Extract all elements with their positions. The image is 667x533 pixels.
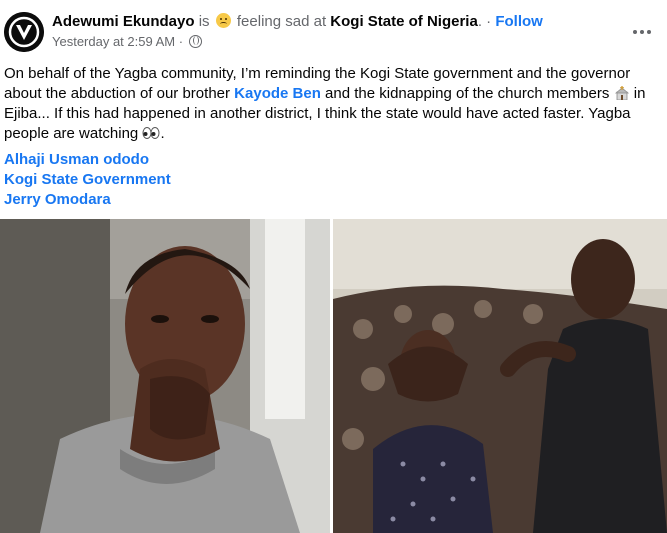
body-part-4: .	[160, 125, 165, 142]
time-dot: ·	[178, 34, 184, 49]
location-link[interactable]: Kogi State of Nigeria	[330, 13, 478, 30]
separator: .	[477, 13, 482, 30]
follow-button[interactable]: Follow	[495, 13, 543, 30]
post-meta: Yesterday at 2:59 AM ·	[52, 34, 202, 49]
sad-face-icon	[215, 13, 231, 28]
post-body: On behalf of the Yagba community, I’m re…	[4, 64, 664, 144]
church-icon	[614, 86, 629, 100]
globe-icon[interactable]	[188, 35, 202, 48]
tag-link[interactable]: Alhaji Usman ododo	[4, 150, 171, 170]
tag-link[interactable]: Jerry Omodara	[4, 190, 171, 210]
tagged-list: Alhaji Usman ododo Kogi State Government…	[4, 150, 171, 210]
group-photo	[333, 219, 667, 533]
tag-link[interactable]: Kogi State Government	[4, 170, 171, 190]
author-name[interactable]: Adewumi Ekundayo	[52, 13, 195, 30]
post-headline: Adewumi Ekundayo is feeling sad at Kogi …	[52, 13, 543, 30]
post-photo-1[interactable]	[0, 219, 330, 533]
more-options-icon[interactable]	[627, 24, 657, 40]
body-part-2: and the kidnapping of the church members	[320, 85, 614, 102]
eyes-icon	[142, 124, 160, 144]
feeling-text: feeling sad at	[236, 13, 327, 30]
is-text: is	[198, 13, 210, 30]
post-photo-2[interactable]	[333, 219, 667, 533]
mention-link[interactable]: Kayode Ben	[234, 85, 321, 102]
post-header: Adewumi Ekundayo is feeling sad at Kogi …	[0, 0, 667, 58]
avatar-logo-icon	[4, 12, 44, 52]
author-avatar[interactable]	[4, 12, 44, 52]
selfie-photo	[0, 219, 330, 533]
timestamp[interactable]: Yesterday at 2:59 AM	[52, 34, 175, 49]
dot-separator: ·	[486, 13, 492, 30]
